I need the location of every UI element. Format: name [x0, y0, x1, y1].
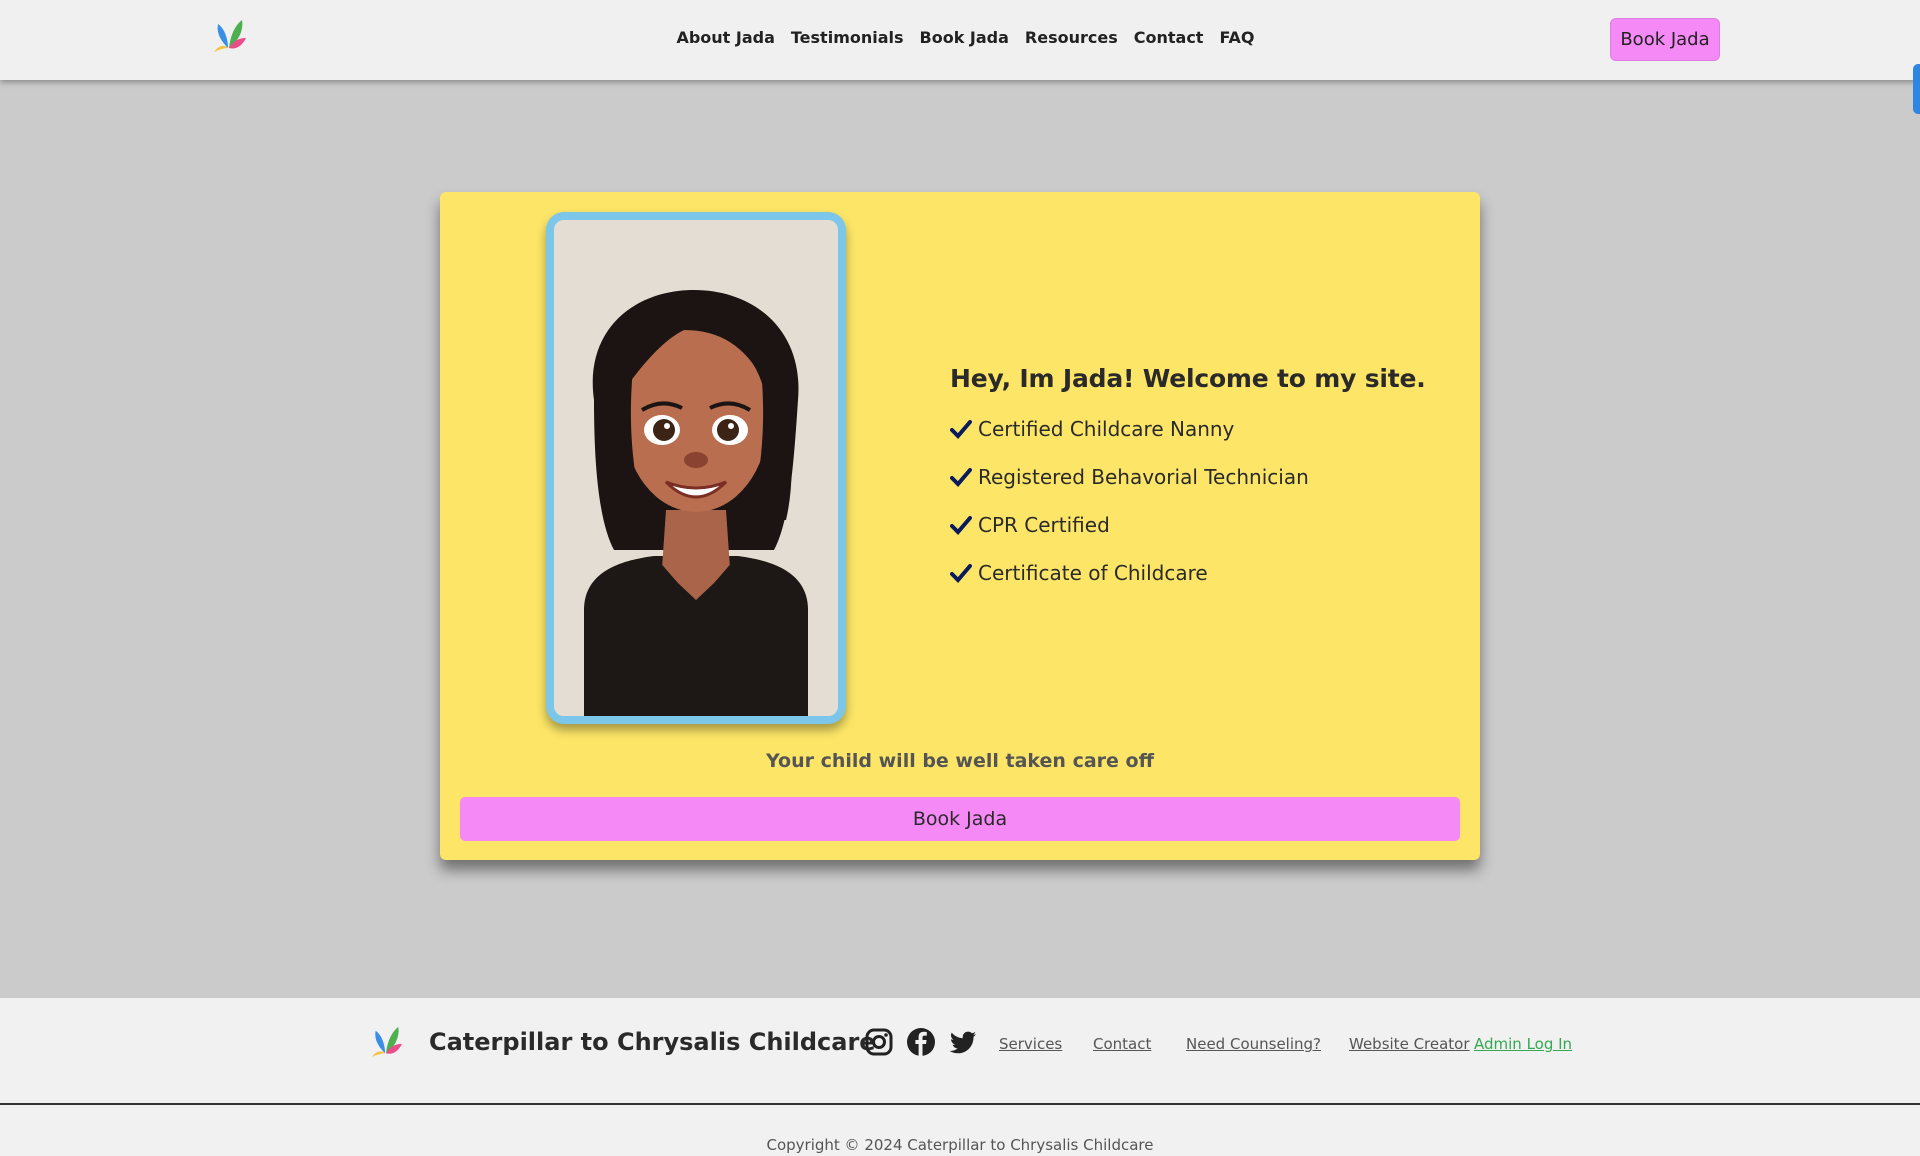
- instagram-icon[interactable]: [864, 1027, 894, 1057]
- footer-brand: Caterpillar to Chrysalis Childcare: [429, 1028, 876, 1056]
- site-footer: Caterpillar to Chrysalis Childcare Servi…: [0, 998, 1920, 1156]
- footer-link-services[interactable]: Services: [999, 1035, 1062, 1053]
- credential-item: Registered Behavorial Technician: [950, 453, 1426, 501]
- intro-card: Hey, Im Jada! Welcome to my site. Certif…: [440, 192, 1480, 860]
- credential-label: CPR Certified: [978, 513, 1110, 537]
- book-jada-button[interactable]: Book Jada: [460, 797, 1460, 841]
- credential-item: Certified Childcare Nanny: [950, 405, 1426, 453]
- intro-text: Hey, Im Jada! Welcome to my site. Certif…: [950, 364, 1426, 597]
- nav-link-resources[interactable]: Resources: [1025, 28, 1118, 47]
- butterfly-logo-icon[interactable]: [370, 1024, 402, 1060]
- jada-portrait-image: [554, 220, 838, 716]
- footer-link-contact[interactable]: Contact: [1093, 1035, 1151, 1053]
- portrait-frame: [546, 212, 846, 724]
- check-icon: [950, 468, 972, 487]
- side-scroll-tab[interactable]: [1913, 64, 1920, 114]
- footer-main: Caterpillar to Chrysalis Childcare Servi…: [0, 998, 1920, 1104]
- credential-item: Certificate of Childcare: [950, 549, 1426, 597]
- nav-link-contact[interactable]: Contact: [1134, 28, 1204, 47]
- facebook-icon[interactable]: [906, 1027, 936, 1057]
- nav-book-button[interactable]: Book Jada: [1610, 18, 1720, 61]
- check-icon: [950, 516, 972, 535]
- nav-link-book[interactable]: Book Jada: [920, 28, 1009, 47]
- copyright: Copyright © 2024 Caterpillar to Chrysali…: [766, 1136, 1154, 1154]
- twitter-icon[interactable]: [948, 1027, 978, 1057]
- check-icon: [950, 564, 972, 583]
- footer-divider: [0, 1103, 1920, 1105]
- nav-link-testimonials[interactable]: Testimonials: [791, 28, 904, 47]
- footer-link-website-creator[interactable]: Website Creator: [1349, 1035, 1470, 1053]
- credential-label: Certificate of Childcare: [978, 561, 1208, 585]
- admin-login-link[interactable]: Admin Log In: [1474, 1035, 1572, 1053]
- nav-link-faq[interactable]: FAQ: [1219, 28, 1254, 47]
- credential-label: Registered Behavorial Technician: [978, 465, 1309, 489]
- check-icon: [950, 420, 972, 439]
- welcome-heading: Hey, Im Jada! Welcome to my site.: [950, 364, 1426, 393]
- credentials-list: Certified Childcare Nanny Registered Beh…: [950, 405, 1426, 597]
- tagline: Your child will be well taken care off: [766, 750, 1154, 772]
- top-navbar: About Jada Testimonials Book Jada Resour…: [0, 0, 1920, 80]
- credential-item: CPR Certified: [950, 501, 1426, 549]
- credential-label: Certified Childcare Nanny: [978, 417, 1235, 441]
- footer-link-counseling[interactable]: Need Counseling?: [1186, 1035, 1321, 1053]
- nav-link-about[interactable]: About Jada: [676, 28, 774, 47]
